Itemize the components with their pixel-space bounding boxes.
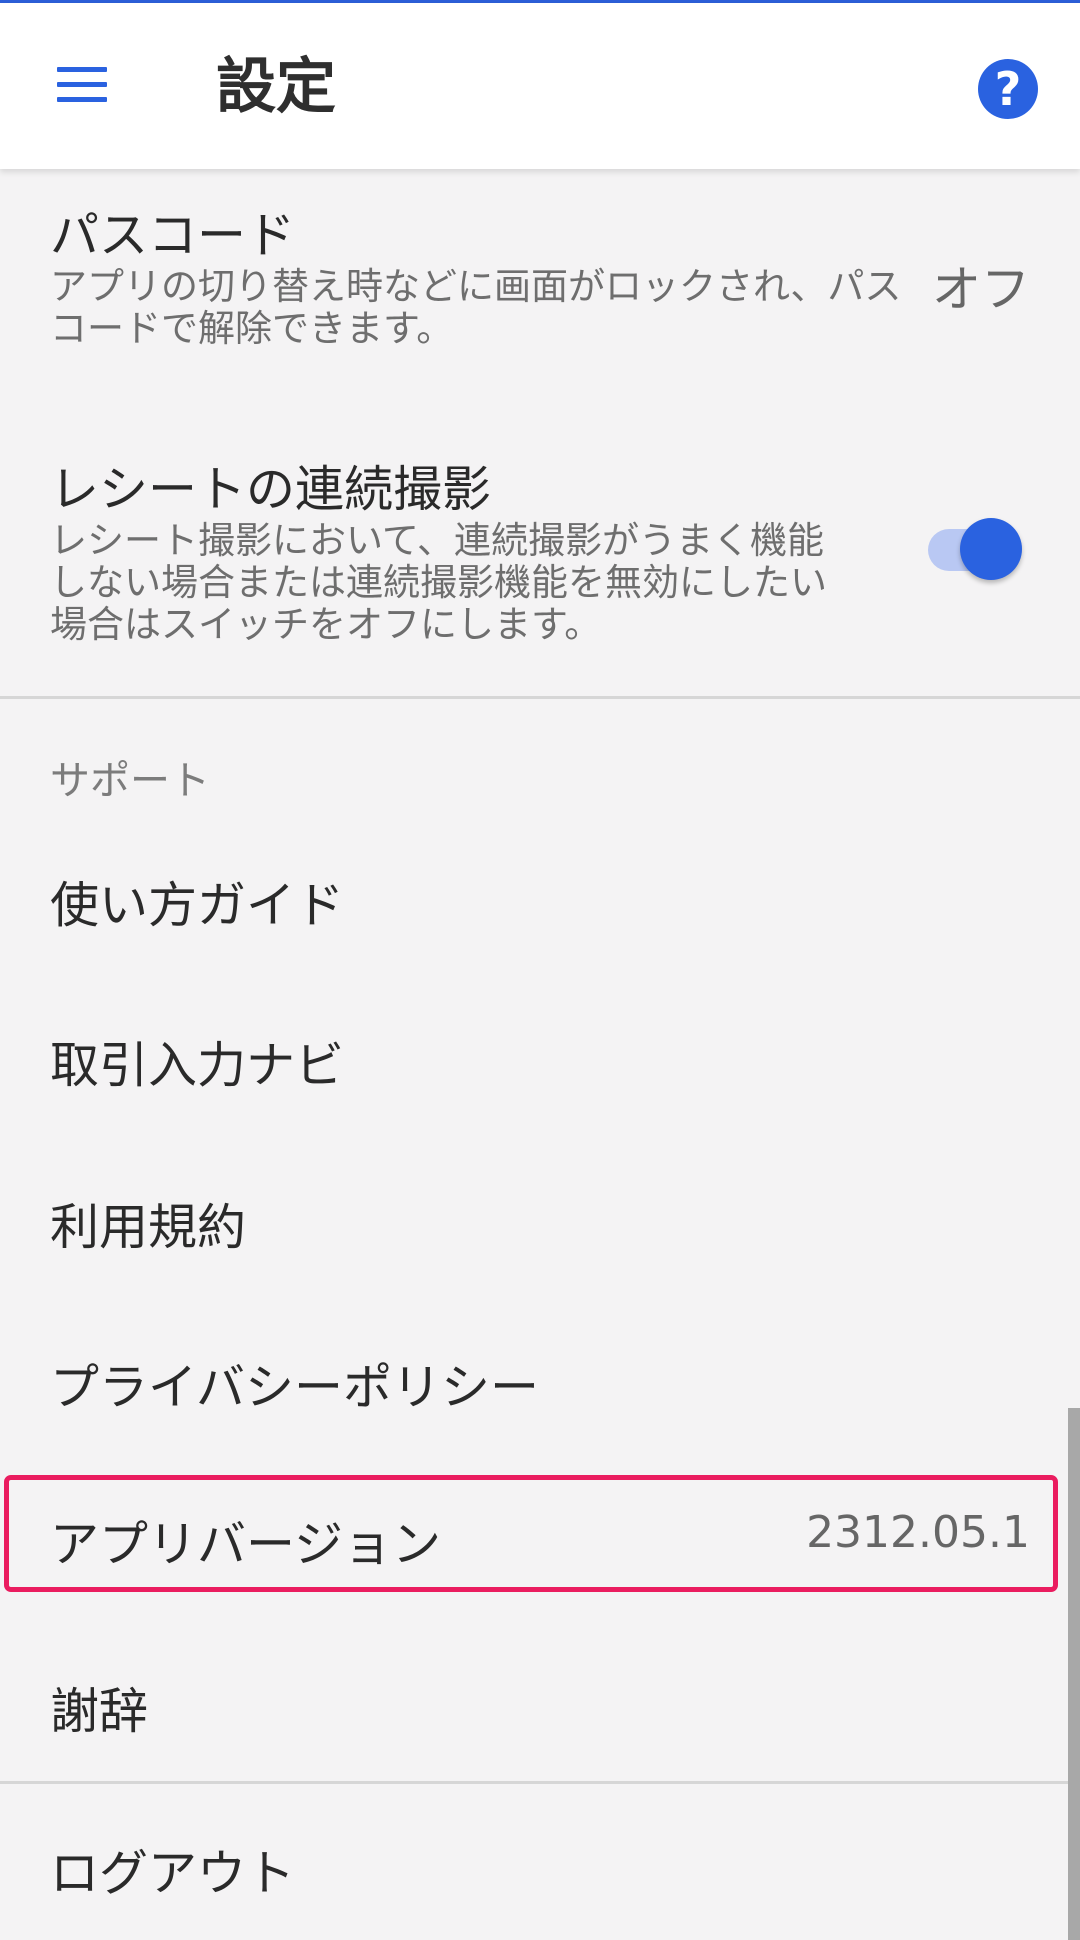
support-section-header: サポート [50, 758, 210, 804]
passcode-title: パスコード [50, 207, 296, 264]
passcode-description: アプリの切り替え時などに画面がロックされ、パスコードで解除できます。 [50, 265, 902, 350]
section-divider [0, 696, 1080, 699]
terms-of-use-row[interactable]: 利用規約 [0, 1140, 1080, 1300]
highlight-box [4, 1475, 1058, 1592]
passcode-row[interactable]: パスコード アプリの切り替え時などに画面がロックされ、パスコードで解除できます。… [0, 170, 1080, 400]
logout-label: ログアウト [50, 1845, 296, 1902]
receipt-burst-description: レシート撮影において、連続撮影がうまく機能しない場合または連続撮影機能を無効にし… [50, 519, 827, 646]
toggle-thumb [960, 518, 1022, 580]
usage-guide-row[interactable]: 使い方ガイド [0, 820, 1080, 980]
terms-of-use-label: 利用規約 [50, 1199, 247, 1256]
transaction-navi-label: 取引入力ナビ [50, 1037, 345, 1094]
acknowledgements-row[interactable]: 謝辞 [0, 1620, 1080, 1780]
receipt-burst-title: レシートの連続撮影 [50, 461, 492, 518]
receipt-burst-row: レシートの連続撮影 レシート撮影において、連続撮影がうまく機能しない場合または連… [0, 420, 1080, 695]
acknowledgements-label: 謝辞 [50, 1683, 149, 1740]
app-bar: 設定 ? [0, 3, 1080, 169]
privacy-policy-label: プライバシーポリシー [50, 1359, 540, 1416]
help-icon[interactable]: ? [978, 59, 1038, 119]
logout-row[interactable]: ログアウト [0, 1784, 1080, 1940]
scrollbar[interactable] [1068, 1408, 1080, 1940]
privacy-policy-row[interactable]: プライバシーポリシー [0, 1300, 1080, 1460]
hamburger-menu-icon[interactable] [52, 63, 112, 107]
usage-guide-label: 使い方ガイド [50, 877, 345, 934]
page-title: 設定 [216, 52, 336, 122]
passcode-value: オフ [931, 261, 1030, 318]
transaction-navi-row[interactable]: 取引入力ナビ [0, 980, 1080, 1140]
